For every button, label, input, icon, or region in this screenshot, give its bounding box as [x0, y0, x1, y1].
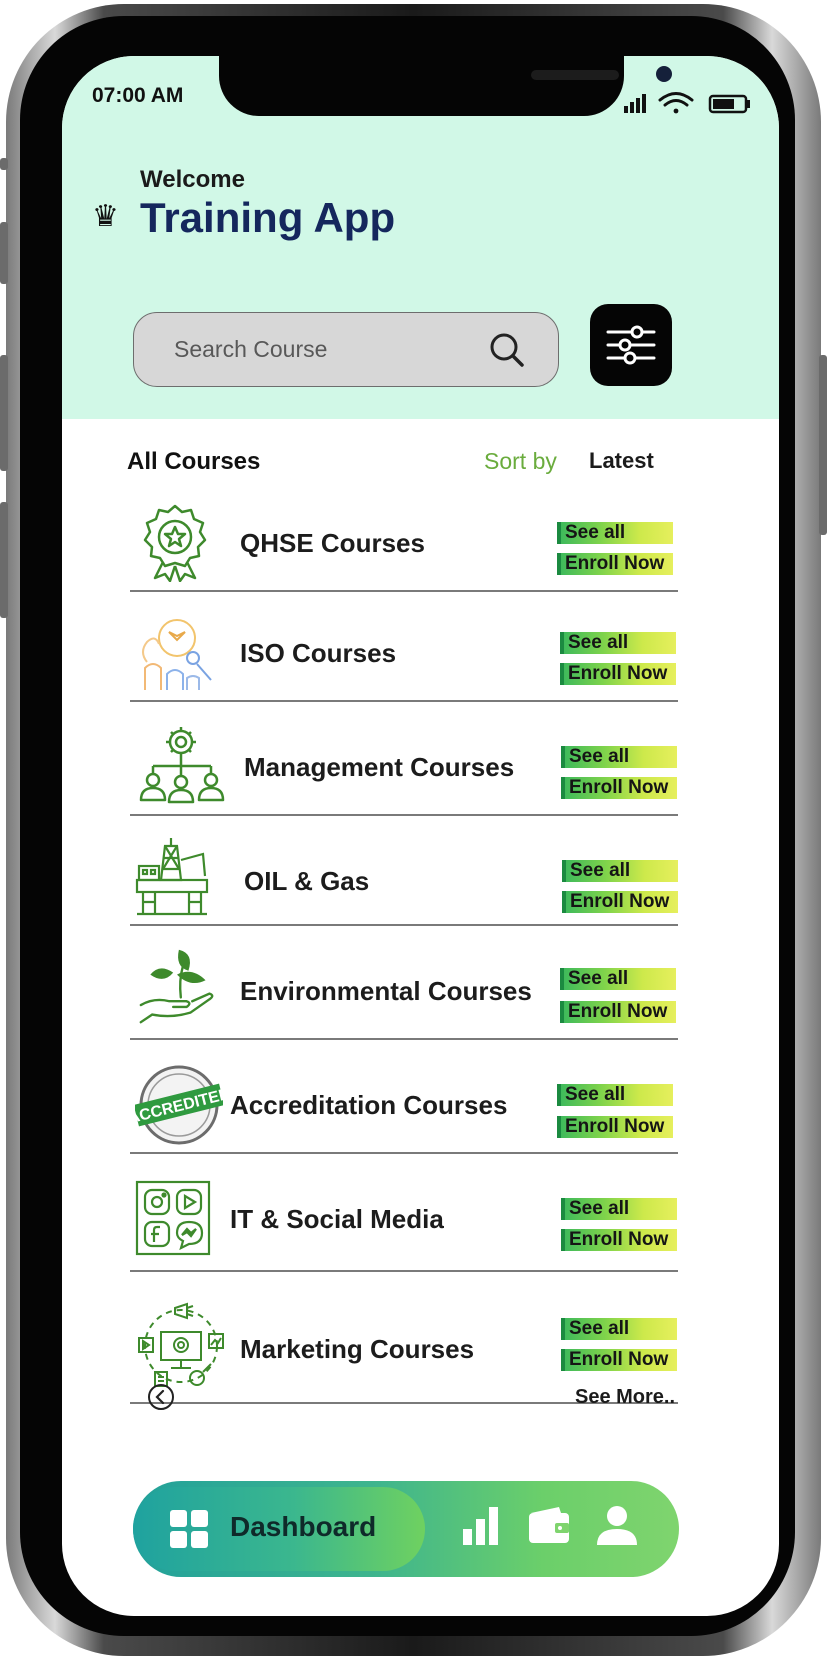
- enroll-now-button[interactable]: Enroll Now: [562, 891, 678, 913]
- sliders-icon: [606, 325, 656, 365]
- app-title: Training App: [140, 194, 396, 241]
- search-icon[interactable]: [488, 331, 526, 369]
- course-title[interactable]: OIL & Gas: [244, 866, 369, 897]
- row-divider: [130, 1270, 678, 1272]
- crown-icon: ♛: [92, 200, 119, 233]
- see-all-button[interactable]: See all: [562, 860, 678, 882]
- sort-by-label[interactable]: Sort by: [484, 448, 557, 475]
- course-title[interactable]: Management Courses: [244, 752, 514, 783]
- sort-value[interactable]: Latest: [589, 448, 654, 474]
- filter-button[interactable]: [590, 304, 672, 386]
- enroll-now-button[interactable]: Enroll Now: [561, 777, 677, 799]
- see-all-button[interactable]: See all: [557, 522, 673, 544]
- enroll-now-button[interactable]: Enroll Now: [560, 663, 676, 685]
- status-icons: [624, 92, 750, 114]
- course-title[interactable]: QHSE Courses: [240, 528, 425, 559]
- enroll-now-button[interactable]: Enroll Now: [557, 1116, 673, 1138]
- plant-in-hand-icon: [139, 949, 214, 1024]
- phone-side-button: [0, 502, 8, 618]
- see-all-button[interactable]: See all: [560, 968, 676, 990]
- enroll-now-button[interactable]: Enroll Now: [560, 1001, 676, 1023]
- marketing-monitor-icon: [138, 1302, 224, 1387]
- all-courses-heading: All Courses: [127, 448, 261, 475]
- social-media-grid-icon: [135, 1180, 211, 1256]
- enroll-now-button[interactable]: Enroll Now: [557, 553, 673, 575]
- stage: 07:00 AM Welcome ♛ Training App Search C…: [0, 0, 827, 1660]
- course-title[interactable]: IT & Social Media: [230, 1204, 444, 1235]
- back-button[interactable]: [148, 1384, 174, 1410]
- search-input[interactable]: Search Course: [133, 312, 559, 387]
- welcome-text: Welcome: [140, 166, 245, 193]
- course-row-management[interactable]: Management Courses See all Enroll Now: [130, 722, 678, 816]
- status-time: 07:00 AM: [92, 84, 184, 107]
- row-divider: [130, 814, 678, 816]
- course-title[interactable]: Accreditation Courses: [230, 1090, 507, 1121]
- enroll-now-button[interactable]: Enroll Now: [561, 1349, 677, 1371]
- course-title[interactable]: Marketing Courses: [240, 1334, 474, 1365]
- enroll-now-button[interactable]: Enroll Now: [561, 1229, 677, 1251]
- phone-side-button: [819, 355, 827, 535]
- course-title[interactable]: ISO Courses: [240, 638, 396, 669]
- row-divider: [130, 1152, 678, 1154]
- app-screen: 07:00 AM Welcome ♛ Training App Search C…: [62, 56, 779, 1616]
- signal-icon: [624, 94, 646, 113]
- battery-icon: [708, 94, 750, 114]
- see-all-button[interactable]: See all: [561, 746, 677, 768]
- course-row-it-social[interactable]: IT & Social Media See all Enroll Now: [130, 1176, 678, 1272]
- bar-chart-icon[interactable]: [459, 1503, 503, 1547]
- course-row-oil-gas[interactable]: OIL & Gas See all Enroll Now: [130, 836, 678, 926]
- search-placeholder: Search Course: [174, 336, 328, 362]
- bottom-nav: Dashboard: [133, 1481, 679, 1577]
- speaker: [531, 70, 619, 80]
- phone-side-button: [0, 222, 8, 284]
- profile-icon[interactable]: [595, 1503, 639, 1547]
- phone-side-button: [0, 158, 8, 170]
- accredited-stamp-icon: ACCREDITED: [135, 1065, 223, 1145]
- grid-icon: [170, 1510, 208, 1548]
- see-all-button[interactable]: See all: [561, 1198, 677, 1220]
- row-divider: [130, 590, 678, 592]
- phone-side-button: [0, 355, 8, 471]
- course-row-accreditation[interactable]: ACCREDITED Accreditation Courses See all…: [130, 1060, 678, 1154]
- see-all-button[interactable]: See all: [557, 1084, 673, 1106]
- nav-dashboard[interactable]: Dashboard: [133, 1487, 425, 1571]
- row-divider: [130, 1038, 678, 1040]
- see-all-button[interactable]: See all: [560, 632, 676, 654]
- team-hierarchy-icon: [139, 727, 225, 804]
- wifi-icon: [658, 92, 694, 114]
- award-badge-icon: [143, 504, 207, 582]
- course-title[interactable]: Environmental Courses: [240, 976, 532, 1007]
- see-more-link[interactable]: See More..: [575, 1386, 675, 1409]
- camera: [656, 66, 672, 82]
- course-row-environmental[interactable]: Environmental Courses See all Enroll Now: [130, 946, 678, 1040]
- oil-rig-icon: [135, 838, 209, 916]
- row-divider: [130, 700, 678, 702]
- row-divider: [130, 924, 678, 926]
- course-row-iso[interactable]: ISO Courses See all Enroll Now: [130, 610, 678, 702]
- chevron-left-icon: [155, 1389, 165, 1405]
- wallet-icon[interactable]: [527, 1503, 571, 1547]
- course-row-qhse[interactable]: QHSE Courses See all Enroll Now: [130, 500, 678, 592]
- nav-dashboard-label: Dashboard: [230, 1511, 377, 1542]
- notch: [219, 56, 672, 116]
- see-all-button[interactable]: See all: [561, 1318, 677, 1340]
- iso-people-icon: [142, 619, 212, 690]
